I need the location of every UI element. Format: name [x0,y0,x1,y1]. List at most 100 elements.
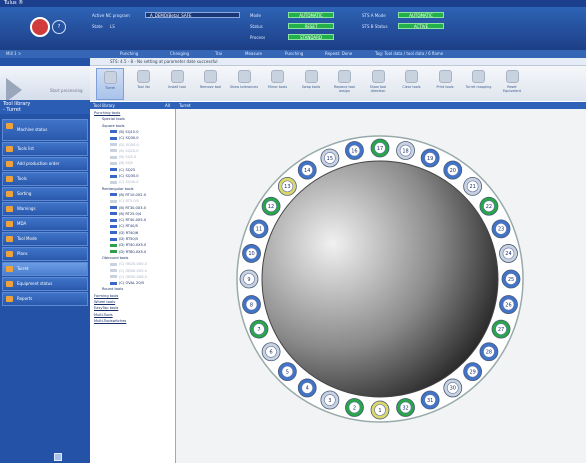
nav-item[interactable]: Tools [2,172,88,186]
nav-item[interactable]: Tool Mode [2,232,88,246]
tree-item[interactable]: (B) SQ5 [110,161,133,166]
toolbar-button[interactable]: Show tool direction [364,68,392,100]
turret-station[interactable]: 16 [345,141,364,160]
toolbar-button[interactable]: Turret [96,68,124,100]
turret-station[interactable]: 22 [479,196,499,216]
tree-item[interactable]: Square tools [102,124,124,129]
machine-selector[interactable]: Mill 1 > [6,50,21,58]
program-field[interactable]: _A_DEMO(Beta)_SAFE [145,12,240,18]
tree-item[interactable]: Wheel tools [94,300,115,305]
tree-item[interactable]: Rectangular tools [102,187,133,192]
tree-item[interactable]: (D) SQ50.0 [110,143,139,148]
tree-item[interactable]: (B) RT10.0X2.0 [110,193,146,198]
tree-item[interactable]: (C) SQ35.0 [110,174,139,179]
tree-item[interactable]: EasyTap tools [94,306,118,311]
tree-item[interactable]: Punching tools [94,111,120,116]
tree-item[interactable]: (B) RT25.0/4 [110,212,141,217]
toolbar-button[interactable]: Tool list [130,68,158,100]
turret-station[interactable]: 17 [370,138,390,158]
tree-item[interactable]: (C) SQ30.0 [110,136,139,141]
turret-station[interactable]: 3 [320,390,340,410]
tree-item[interactable]: (D) RT80.0X5.0 [110,250,146,255]
turret-station[interactable]: 7 [249,319,269,339]
tree-item[interactable]: (C) RT40/5 [110,224,138,229]
turret-station[interactable]: 31 [420,390,440,410]
tree-item-label: (C) RT5.0/5 [119,199,140,204]
tree-item[interactable]: Oblround tools [102,256,128,261]
report-icon[interactable] [54,453,62,461]
nav-item[interactable]: Turret [2,262,88,276]
tree-item[interactable]: Multi-Toolswitches [94,319,126,324]
turret-station[interactable]: 6 [261,342,281,362]
turret-station[interactable]: 25 [501,269,521,289]
turret-station[interactable]: 11 [249,219,269,239]
nav-item[interactable]: Machine status [2,119,88,141]
turret-station[interactable]: 28 [479,342,499,362]
tree-item[interactable]: Forming tools [94,294,118,299]
tree-item[interactable]: (C) RT5.0/5 [110,199,139,204]
tree-filter[interactable]: All [165,102,170,109]
nav-item[interactable]: Plans [2,247,88,261]
turret-station[interactable]: 18 [396,141,415,160]
tree-item[interactable]: (C) OB40.0X5.0 [110,269,147,274]
toolbar-button[interactable]: Print tools [431,68,459,100]
toolbar-button[interactable]: Swap tools [297,68,325,100]
turret-station[interactable]: 26 [499,295,518,314]
turret-station[interactable]: 24 [499,244,518,263]
toolbar-button[interactable]: Reset Equivalent [498,68,526,100]
tree-item[interactable]: (C) OB50.0X8.0 [110,275,147,280]
nav-item[interactable]: Equipment status [2,277,88,291]
turret-station[interactable]: 8 [242,295,261,314]
turret-station[interactable]: 5 [277,362,297,382]
turret-station[interactable]: 15 [320,148,340,168]
nav-item[interactable]: Sorting [2,187,88,201]
turret-station[interactable]: 29 [463,362,483,382]
turret-station[interactable]: 32 [396,398,415,417]
turret-station[interactable]: 14 [297,160,317,180]
nav-item[interactable]: Add production order [2,157,88,171]
turret-station[interactable]: 20 [443,160,463,180]
tree-item[interactable]: (B) SQ15.0 [110,130,139,135]
turret-station[interactable]: 10 [242,244,261,263]
station-number: 3 [328,398,331,404]
tree-item[interactable]: (D) RT40/6 [110,231,138,236]
machine-icon[interactable] [30,17,50,37]
help-icon[interactable]: ? [52,20,66,34]
tree-item[interactable]: (C) SQ25 [110,168,135,173]
turret-station[interactable]: 27 [491,319,511,339]
tree-item[interactable]: Special tools [102,117,125,122]
tree-item[interactable]: (C) OVAL 20/5 [110,281,144,286]
turret-station[interactable]: 21 [463,176,483,196]
toolbar-button[interactable]: Clear tools [398,68,426,100]
tree-item[interactable]: (D) RT50/5 [110,237,138,242]
turret-station[interactable]: 2 [345,398,364,417]
turret-station[interactable]: 13 [277,176,297,196]
toolbar-button[interactable]: Install tool [163,68,191,100]
tree-item[interactable]: (C) OB20.0X5.0 [110,262,147,267]
nav-item[interactable]: Tools list [2,142,88,156]
turret-station[interactable]: 12 [261,196,281,216]
toolbar-button[interactable]: Mirror tools [264,68,292,100]
toolbar-button[interactable]: Replace tool assign [331,68,359,100]
tree-item[interactable]: (D) RT40.0X5.0 [110,243,146,248]
tree-item[interactable]: (B) SQ20.0 [110,149,139,154]
tree-item[interactable]: (B) SQ5.0 [110,155,136,160]
turret-station[interactable]: 9 [239,269,259,289]
turret-station[interactable]: 19 [420,148,440,168]
toolbar-button[interactable]: Turret mapping [465,68,493,100]
tree-item[interactable]: (C) SQ40.0 [110,180,139,185]
nav-item[interactable]: Reports [2,292,88,306]
turret-station[interactable]: 30 [443,378,463,398]
turret-station[interactable]: 1 [370,400,390,420]
tree-item[interactable]: (B) RT30.0X3.0 [110,206,146,211]
toolbar-button[interactable]: Remove tool [197,68,225,100]
nav-item[interactable]: Warnings [2,202,88,216]
turret-station[interactable]: 4 [297,378,317,398]
station-number: 18 [402,148,408,154]
tree-item[interactable]: (C) RT40.0X5.0 [110,218,146,223]
toolbar-button[interactable]: Show tolerances [230,68,258,100]
turret-station[interactable]: 23 [491,219,511,239]
tree-item[interactable]: Multi-Tools [94,313,113,318]
tree-item[interactable]: Round tools [102,287,123,292]
nav-item[interactable]: MDA [2,217,88,231]
